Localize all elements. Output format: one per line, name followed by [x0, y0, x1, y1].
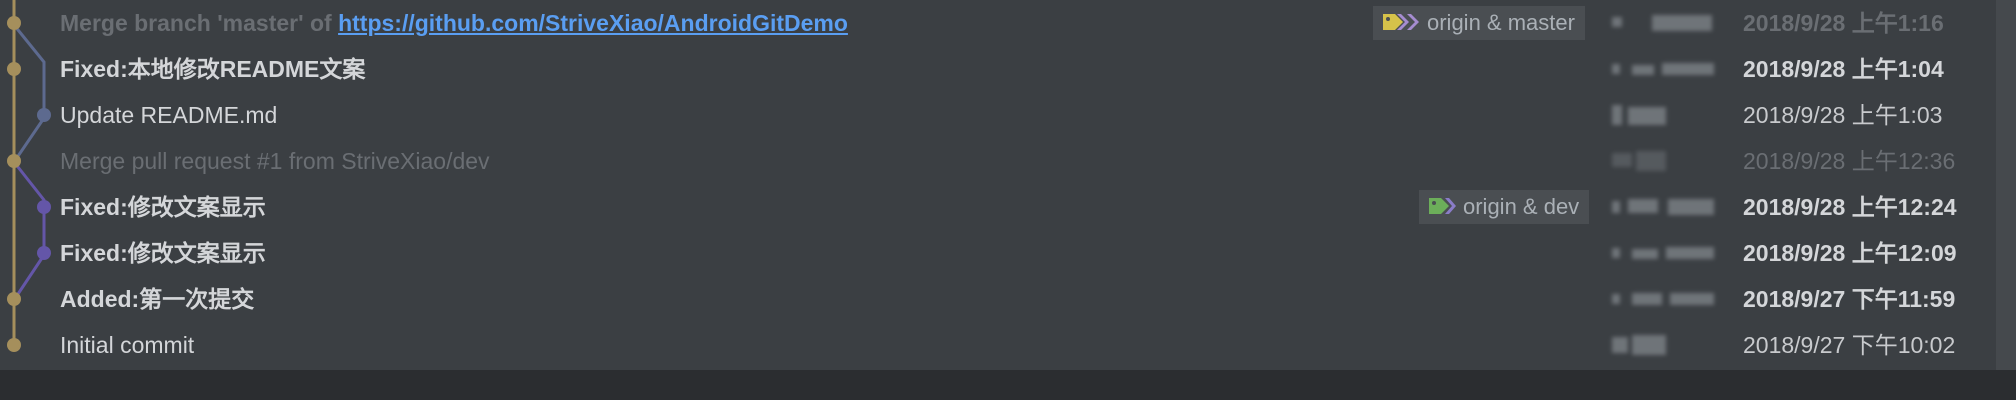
- author-name: [1612, 243, 1722, 263]
- ref-tag-label: origin & master: [1427, 10, 1575, 35]
- commit-row[interactable]: Fixed:修改文案显示 origin & dev 2018/9/28 上午12…: [0, 184, 1996, 230]
- ref-tag-label: origin & dev: [1463, 194, 1580, 219]
- ref-tag[interactable]: origin & master: [1373, 6, 1585, 40]
- commit-row[interactable]: Merge pull request #1 from StriveXiao/de…: [0, 138, 1996, 184]
- commit-subject: Fixed:修改文案显示: [60, 194, 266, 220]
- author-name: [1612, 13, 1722, 33]
- git-log-panel: Merge branch 'master' of https://github.…: [0, 0, 2016, 370]
- commit-row[interactable]: Initial commit 2018/9/27 下午10:02: [0, 322, 1996, 368]
- commit-date: 2018/9/28 上午12:24: [1743, 194, 1957, 220]
- tag-icon: [1383, 14, 1419, 31]
- author-name: [1612, 151, 1722, 171]
- tag-icon: [1429, 198, 1456, 215]
- commit-date: 2018/9/28 上午1:03: [1743, 102, 1943, 128]
- commit-row[interactable]: Added:第一次提交 2018/9/27 下午11:59: [0, 276, 1996, 322]
- commit-date: 2018/9/28 上午12:36: [1743, 148, 1956, 174]
- commit-row[interactable]: Fixed:修改文案显示 2018/9/28 上午12:09: [0, 230, 1996, 276]
- ref-tag[interactable]: origin & dev: [1419, 190, 1590, 224]
- commit-subject: Fixed:本地修改README文案: [60, 56, 366, 82]
- author-name: [1612, 105, 1722, 125]
- commit-date: 2018/9/27 下午10:02: [1743, 332, 1956, 358]
- commit-subject: Added:第一次提交: [60, 286, 255, 312]
- commit-subject: Initial commit: [60, 332, 195, 358]
- commit-subject: Merge pull request #1 from StriveXiao/de…: [60, 148, 490, 174]
- commit-date: 2018/9/27 下午11:59: [1743, 286, 1956, 312]
- author-name: [1612, 335, 1722, 355]
- commit-subject: Update README.md: [60, 102, 278, 128]
- commit-subject-text: Merge branch 'master' of: [60, 10, 339, 36]
- author-name: [1612, 59, 1722, 79]
- commit-subject-link[interactable]: https://github.com/StriveXiao/AndroidGit…: [338, 10, 848, 36]
- bottom-strip: [0, 370, 2016, 400]
- commit-row[interactable]: Fixed:本地修改README文案 2018/9/28 上午1:04: [0, 46, 1996, 92]
- author-name: [1612, 197, 1722, 217]
- commit-date: 2018/9/28 上午1:16: [1743, 10, 1944, 36]
- commit-row[interactable]: Merge branch 'master' of https://github.…: [0, 0, 1996, 46]
- vertical-scrollbar[interactable]: [1996, 0, 2016, 370]
- commit-date: 2018/9/28 上午1:04: [1743, 56, 1944, 82]
- commit-subject: Fixed:修改文案显示: [60, 240, 266, 266]
- commit-date: 2018/9/28 上午12:09: [1743, 240, 1957, 266]
- commit-subject: Merge branch 'master' of https://github.…: [60, 0, 848, 46]
- author-name: [1612, 289, 1722, 309]
- commit-row[interactable]: Update README.md 2018/9/28 上午1:03: [0, 92, 1996, 138]
